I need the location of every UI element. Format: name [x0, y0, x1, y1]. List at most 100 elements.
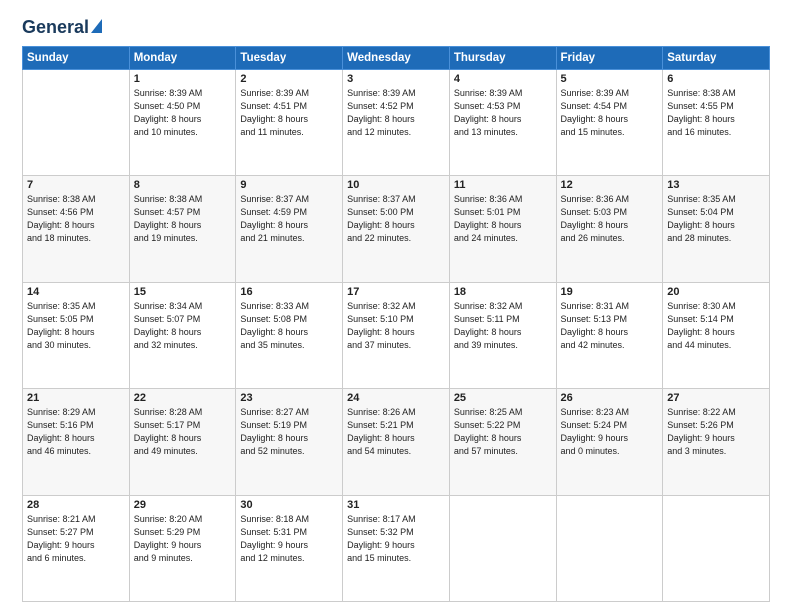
calendar-cell: 16 Sunrise: 8:33 AM Sunset: 5:08 PM Dayli… [236, 282, 343, 388]
calendar-week-2: 7Sunrise: 8:38 AM Sunset: 4:56 PM Daylig… [23, 176, 770, 282]
calendar-table: SundayMondayTuesdayWednesdayThursdayFrid… [22, 46, 770, 602]
day-number: 20 [667, 286, 765, 298]
calendar-cell: 23Sunrise: 8:27 AM Sunset: 5:19 PM Dayli… [236, 389, 343, 495]
calendar-cell: 5 Sunrise: 8:39 AM Sunset: 4:54 PM Daylig… [556, 69, 663, 175]
day-number: 27 [667, 392, 765, 404]
calendar-cell: 21 Sunrise: 8:29 AM Sunset: 5:16 PM Dayli… [23, 389, 130, 495]
calendar-cell: 19 Sunrise: 8:31 AM Sunset: 5:13 PM Dayli… [556, 282, 663, 388]
day-number: 18 [454, 286, 552, 298]
day-detail: Sunrise: 8:38 AM Sunset: 4:57 PM Dayligh… [134, 193, 232, 245]
calendar-cell: 15Sunrise: 8:34 AM Sunset: 5:07 PM Dayli… [129, 282, 236, 388]
calendar-cell: 8Sunrise: 8:38 AM Sunset: 4:57 PM Daylig… [129, 176, 236, 282]
day-number: 17 [347, 286, 445, 298]
day-detail: Sunrise: 8:31 AM Sunset: 5:13 PM Dayligh… [561, 300, 659, 352]
calendar-cell: 26Sunrise: 8:23 AM Sunset: 5:24 PM Dayli… [556, 389, 663, 495]
day-detail: Sunrise: 8:36 AM Sunset: 5:03 PM Dayligh… [561, 193, 659, 245]
day-detail: Sunrise: 8:39 AM Sunset: 4:53 PM Dayligh… [454, 87, 552, 139]
calendar-week-5: 28 Sunrise: 8:21 AM Sunset: 5:27 PM Dayli… [23, 495, 770, 601]
calendar-cell: 6 Sunrise: 8:38 AM Sunset: 4:55 PM Daylig… [663, 69, 770, 175]
calendar-cell: 2 Sunrise: 8:39 AM Sunset: 4:51 PM Daylig… [236, 69, 343, 175]
calendar-cell: 13 Sunrise: 8:35 AM Sunset: 5:04 PM Dayli… [663, 176, 770, 282]
calendar-header-row: SundayMondayTuesdayWednesdayThursdayFrid… [23, 46, 770, 69]
day-detail: Sunrise: 8:39 AM Sunset: 4:51 PM Dayligh… [240, 87, 338, 139]
day-number: 28 [27, 499, 125, 511]
day-detail: Sunrise: 8:22 AM Sunset: 5:26 PM Dayligh… [667, 406, 765, 458]
day-detail: Sunrise: 8:36 AM Sunset: 5:01 PM Dayligh… [454, 193, 552, 245]
calendar-cell [663, 495, 770, 601]
calendar-cell: 10 Sunrise: 8:37 AM Sunset: 5:00 PM Dayli… [343, 176, 450, 282]
day-detail: Sunrise: 8:35 AM Sunset: 5:05 PM Dayligh… [27, 300, 125, 352]
day-number: 30 [240, 499, 338, 511]
day-number: 1 [134, 73, 232, 85]
calendar-cell: 27 Sunrise: 8:22 AM Sunset: 5:26 PM Dayli… [663, 389, 770, 495]
day-number: 24 [347, 392, 445, 404]
day-number: 22 [134, 392, 232, 404]
day-number: 16 [240, 286, 338, 298]
calendar-cell: 29Sunrise: 8:20 AM Sunset: 5:29 PM Dayli… [129, 495, 236, 601]
calendar-cell: 28 Sunrise: 8:21 AM Sunset: 5:27 PM Dayli… [23, 495, 130, 601]
day-detail: Sunrise: 8:33 AM Sunset: 5:08 PM Dayligh… [240, 300, 338, 352]
day-detail: Sunrise: 8:18 AM Sunset: 5:31 PM Dayligh… [240, 513, 338, 565]
day-detail: Sunrise: 8:39 AM Sunset: 4:52 PM Dayligh… [347, 87, 445, 139]
day-detail: Sunrise: 8:37 AM Sunset: 5:00 PM Dayligh… [347, 193, 445, 245]
calendar-cell: 14 Sunrise: 8:35 AM Sunset: 5:05 PM Dayli… [23, 282, 130, 388]
day-number: 15 [134, 286, 232, 298]
day-detail: Sunrise: 8:30 AM Sunset: 5:14 PM Dayligh… [667, 300, 765, 352]
day-number: 9 [240, 179, 338, 191]
calendar-week-3: 14 Sunrise: 8:35 AM Sunset: 5:05 PM Dayli… [23, 282, 770, 388]
calendar-cell: 7Sunrise: 8:38 AM Sunset: 4:56 PM Daylig… [23, 176, 130, 282]
day-number: 26 [561, 392, 659, 404]
calendar-cell: 25 Sunrise: 8:25 AM Sunset: 5:22 PM Dayli… [449, 389, 556, 495]
logo: General [22, 18, 102, 38]
day-number: 2 [240, 73, 338, 85]
day-number: 19 [561, 286, 659, 298]
day-number: 21 [27, 392, 125, 404]
day-detail: Sunrise: 8:37 AM Sunset: 4:59 PM Dayligh… [240, 193, 338, 245]
calendar-cell: 22Sunrise: 8:28 AM Sunset: 5:17 PM Dayli… [129, 389, 236, 495]
calendar-cell: 11 Sunrise: 8:36 AM Sunset: 5:01 PM Dayli… [449, 176, 556, 282]
calendar-cell: 24 Sunrise: 8:26 AM Sunset: 5:21 PM Dayli… [343, 389, 450, 495]
calendar-week-1: 1Sunrise: 8:39 AM Sunset: 4:50 PM Daylig… [23, 69, 770, 175]
day-number: 10 [347, 179, 445, 191]
day-number: 14 [27, 286, 125, 298]
calendar-cell: 9 Sunrise: 8:37 AM Sunset: 4:59 PM Daylig… [236, 176, 343, 282]
calendar-cell [449, 495, 556, 601]
day-number: 25 [454, 392, 552, 404]
day-number: 23 [240, 392, 338, 404]
calendar-header-tuesday: Tuesday [236, 46, 343, 69]
day-detail: Sunrise: 8:21 AM Sunset: 5:27 PM Dayligh… [27, 513, 125, 565]
day-detail: Sunrise: 8:25 AM Sunset: 5:22 PM Dayligh… [454, 406, 552, 458]
header: General [22, 18, 770, 38]
calendar-header-sunday: Sunday [23, 46, 130, 69]
calendar-header-monday: Monday [129, 46, 236, 69]
calendar-cell [556, 495, 663, 601]
day-number: 3 [347, 73, 445, 85]
day-number: 29 [134, 499, 232, 511]
day-detail: Sunrise: 8:29 AM Sunset: 5:16 PM Dayligh… [27, 406, 125, 458]
day-number: 13 [667, 179, 765, 191]
calendar-cell: 12Sunrise: 8:36 AM Sunset: 5:03 PM Dayli… [556, 176, 663, 282]
day-detail: Sunrise: 8:38 AM Sunset: 4:55 PM Dayligh… [667, 87, 765, 139]
day-detail: Sunrise: 8:32 AM Sunset: 5:11 PM Dayligh… [454, 300, 552, 352]
day-detail: Sunrise: 8:26 AM Sunset: 5:21 PM Dayligh… [347, 406, 445, 458]
day-number: 7 [27, 179, 125, 191]
day-number: 5 [561, 73, 659, 85]
calendar-cell: 30 Sunrise: 8:18 AM Sunset: 5:31 PM Dayli… [236, 495, 343, 601]
calendar-cell: 4Sunrise: 8:39 AM Sunset: 4:53 PM Daylig… [449, 69, 556, 175]
day-number: 31 [347, 499, 445, 511]
calendar-cell: 31 Sunrise: 8:17 AM Sunset: 5:32 PM Dayli… [343, 495, 450, 601]
day-detail: Sunrise: 8:39 AM Sunset: 4:54 PM Dayligh… [561, 87, 659, 139]
day-detail: Sunrise: 8:17 AM Sunset: 5:32 PM Dayligh… [347, 513, 445, 565]
calendar-cell: 3 Sunrise: 8:39 AM Sunset: 4:52 PM Daylig… [343, 69, 450, 175]
day-detail: Sunrise: 8:35 AM Sunset: 5:04 PM Dayligh… [667, 193, 765, 245]
logo-icon [91, 19, 102, 33]
calendar-cell: 18 Sunrise: 8:32 AM Sunset: 5:11 PM Dayli… [449, 282, 556, 388]
calendar-cell: 1Sunrise: 8:39 AM Sunset: 4:50 PM Daylig… [129, 69, 236, 175]
calendar-header-wednesday: Wednesday [343, 46, 450, 69]
day-number: 6 [667, 73, 765, 85]
calendar-week-4: 21 Sunrise: 8:29 AM Sunset: 5:16 PM Dayli… [23, 389, 770, 495]
calendar-header-saturday: Saturday [663, 46, 770, 69]
day-number: 11 [454, 179, 552, 191]
calendar-cell [23, 69, 130, 175]
calendar-header-friday: Friday [556, 46, 663, 69]
